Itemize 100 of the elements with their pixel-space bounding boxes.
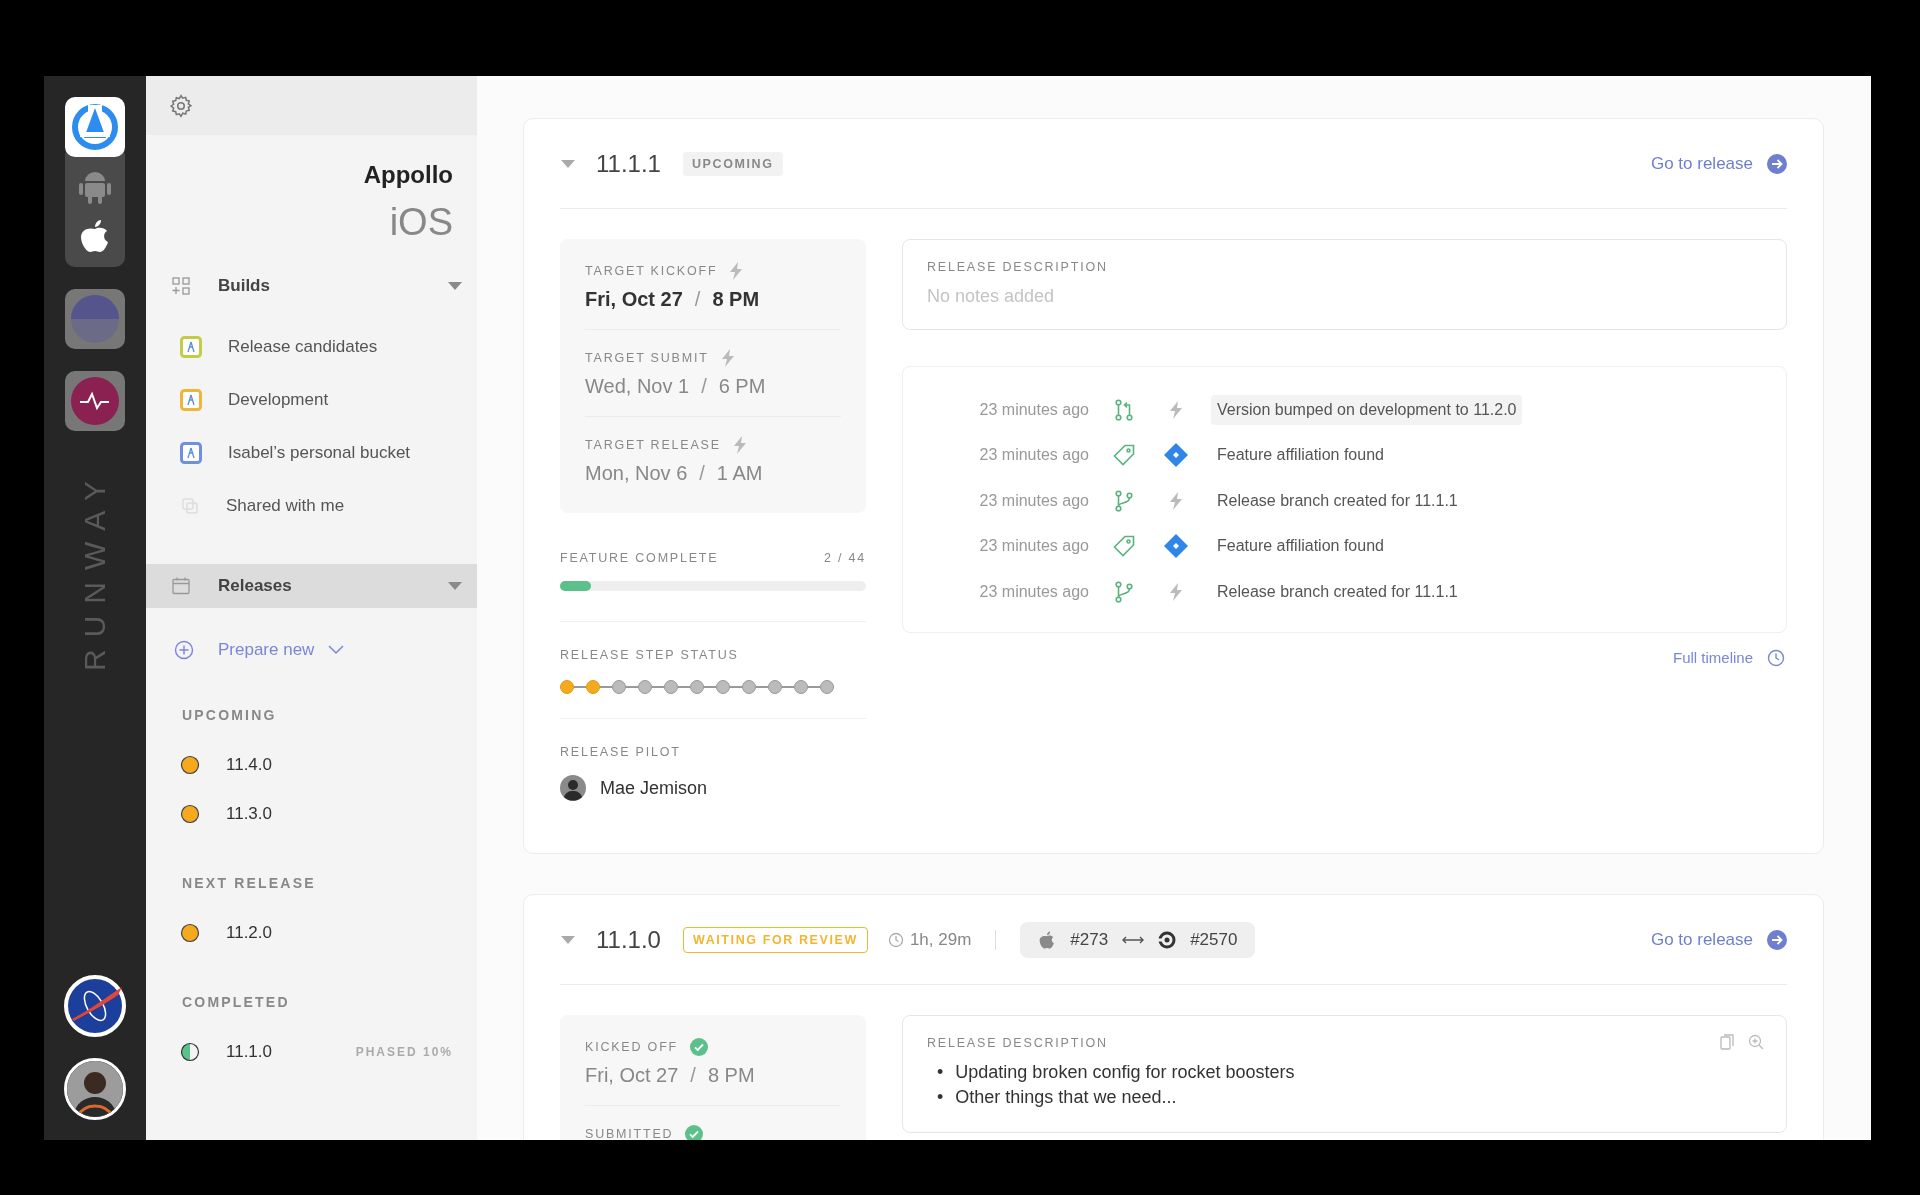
user-avatar[interactable]: [64, 1058, 126, 1120]
section-label: RELEASE DESCRIPTION: [927, 1036, 1108, 1050]
group-heading: NEXT RELEASE: [181, 875, 317, 891]
bullet-mark: •: [937, 1086, 944, 1109]
go-to-release-link[interactable]: Go to release: [1650, 929, 1753, 950]
event-time: 23 minutes ago: [978, 446, 1089, 465]
separator: /: [690, 1064, 696, 1087]
sidebar-item[interactable]: Shared with me: [180, 479, 477, 532]
milestone-date: Wed, Nov 1: [585, 375, 690, 398]
phase-label: PHASED 10%: [355, 1044, 453, 1059]
arrow-right-icon[interactable]: [1767, 153, 1787, 174]
sidebar-item[interactable]: Release candidates: [180, 320, 477, 373]
section-label: RELEASE DESCRIPTION: [927, 260, 1108, 274]
cycle-icon: [1158, 930, 1177, 949]
event-text: Release branch created for 11.1.1: [1216, 581, 1459, 602]
note-text: Updating broken config for rocket boosters: [955, 1061, 1295, 1084]
app-icon[interactable]: [65, 371, 125, 431]
event-text: Feature affiliation found: [1216, 536, 1385, 557]
milestone-time: 1 AM: [716, 462, 763, 485]
go-to-release-link[interactable]: Go to release: [1650, 153, 1753, 174]
release-link[interactable]: 11.4.0: [226, 754, 453, 775]
team-logo-icon[interactable]: [64, 975, 126, 1037]
check-icon: [690, 1038, 708, 1056]
milestone-time: 8 PM: [712, 288, 760, 311]
lightning-icon: [729, 262, 744, 280]
event-time: 23 minutes ago: [978, 582, 1089, 601]
tag-icon: [1113, 444, 1135, 467]
branch-icon: [1115, 580, 1133, 603]
section-label: RELEASE STEP STATUS: [560, 648, 740, 662]
sidebar-item[interactable]: Development: [180, 373, 477, 426]
app-logo-icon[interactable]: [65, 97, 125, 157]
lightning-icon: [1169, 491, 1183, 510]
clock-icon[interactable]: [1767, 648, 1785, 667]
milestone-date: Mon, Nov 6: [585, 462, 688, 485]
apple-icon: [1038, 929, 1057, 950]
event-text: Feature affiliation found: [1216, 445, 1385, 466]
caret-icon[interactable]: [447, 281, 463, 291]
group-heading: UPCOMING: [181, 707, 278, 723]
lightning-icon: [720, 349, 735, 367]
sidebar-section[interactable]: Releases: [146, 564, 477, 608]
diamond-icon: [1163, 533, 1189, 560]
pilot-name: Mae Jemison: [600, 777, 708, 799]
milestone-label: SUBMITTED: [585, 1127, 674, 1140]
release-link[interactable]: 11.3.0: [226, 803, 453, 824]
diamond-icon: [1163, 442, 1189, 469]
milestone-time: 8 PM: [707, 1064, 755, 1087]
milestone-label: KICKED OFF: [585, 1040, 678, 1054]
status-badge: UPCOMING: [682, 151, 783, 176]
calendar-icon: [172, 577, 190, 595]
milestone-time: 6 PM: [718, 375, 766, 398]
lightning-icon: [1169, 582, 1183, 601]
collapse-caret-icon[interactable]: [560, 934, 576, 945]
separator: /: [701, 375, 707, 398]
app-name: Appollo: [363, 161, 453, 189]
chevron-down-icon[interactable]: [328, 645, 345, 655]
bucket-icon: [180, 441, 202, 464]
pull-request-icon: [1115, 398, 1133, 421]
clock-icon: [887, 931, 904, 948]
build-pair[interactable]: #273 #2570: [1020, 921, 1256, 958]
settings-icon[interactable]: [168, 92, 194, 119]
release-link[interactable]: 11.2.0: [226, 922, 453, 943]
note-text: Other things that we need...: [955, 1086, 1177, 1109]
zoom-in-icon[interactable]: [1748, 1034, 1764, 1050]
lightning-icon: [732, 436, 747, 454]
sidebar-item[interactable]: Isabel’s personal bucket: [180, 426, 477, 479]
bucket-icon: [180, 388, 202, 411]
release-version: 11.1.0: [596, 925, 661, 954]
copy-icon[interactable]: [1720, 1034, 1734, 1050]
event-text: Version bumped on development to 11.2.0: [1211, 394, 1523, 425]
event-time: 23 minutes ago: [978, 537, 1089, 556]
release-version: 11.1.1: [596, 149, 661, 178]
event-time: 23 minutes ago: [978, 400, 1089, 419]
branch-icon: [1115, 489, 1133, 512]
empty-notes-text: No notes added: [927, 286, 1056, 307]
sidebar-section[interactable]: Builds: [146, 264, 477, 308]
collapse-caret-icon[interactable]: [560, 158, 576, 169]
milestone-label: TARGET SUBMIT: [585, 351, 709, 365]
status-badge: WAITING FOR REVIEW: [682, 926, 868, 953]
milestone-label: TARGET RELEASE: [585, 438, 721, 452]
separator: /: [694, 288, 701, 311]
section-label: RELEASE PILOT: [560, 745, 682, 759]
release-link[interactable]: 11.1.0: [226, 1041, 330, 1062]
feature-count: 2 / 44: [823, 551, 866, 565]
arrow-right-icon[interactable]: [1767, 929, 1787, 950]
grid-icon: [172, 277, 190, 295]
tag-icon: [1113, 535, 1135, 558]
separator: /: [699, 462, 705, 485]
avatar-icon: [560, 775, 586, 801]
milestone-date: Fri, Oct 27: [585, 288, 683, 311]
caret-icon[interactable]: [447, 581, 463, 591]
milestone-label: TARGET KICKOFF: [585, 264, 718, 278]
group-heading: COMPLETED: [181, 994, 291, 1010]
event-text: Release branch created for 11.1.1: [1216, 490, 1459, 511]
section-label: FEATURE COMPLETE: [560, 551, 719, 565]
double-arrow-icon: [1122, 934, 1145, 945]
event-time: 23 minutes ago: [978, 491, 1089, 510]
bucket-icon: [180, 335, 202, 358]
platform-name: iOS: [389, 201, 453, 244]
add-icon[interactable]: [174, 640, 194, 660]
duration-text: 1h, 29m: [909, 929, 972, 950]
